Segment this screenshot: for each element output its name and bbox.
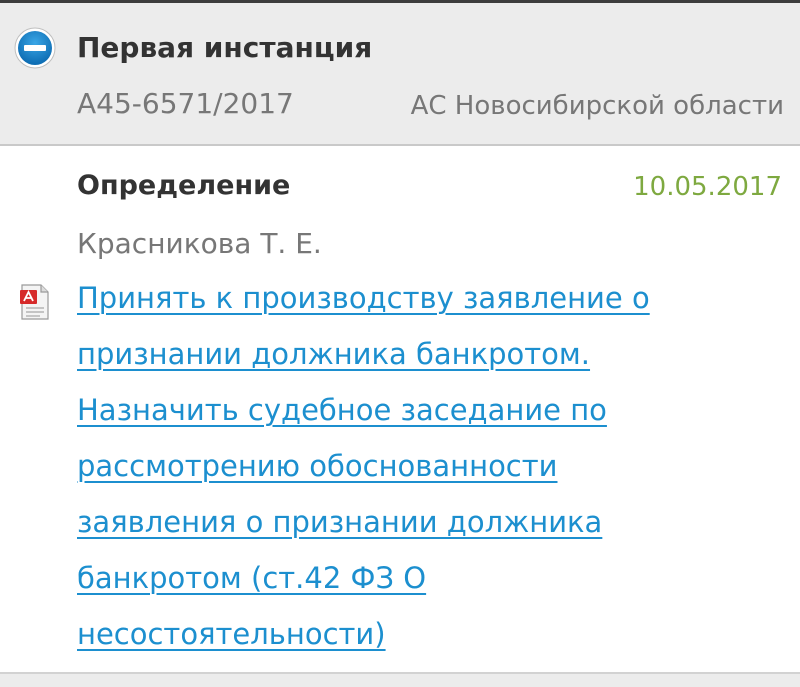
document-link-line[interactable]: Принять к производству заявление о [77,270,777,326]
bottom-divider [0,672,800,687]
case-number: А45-6571/2017 [77,87,294,120]
document-link-line[interactable]: заявления о признании должника [77,494,777,550]
document-link[interactable]: Принять к производству заявление о призн… [77,270,777,662]
instance-header[interactable]: Первая инстанция А45-6571/2017 АС Новоси… [0,3,800,146]
document-link-line[interactable]: несостоятельности) [77,606,777,662]
instance-title: Первая инстанция [77,31,373,64]
minus-circle-icon[interactable] [14,27,56,69]
document-link-line[interactable]: признании должника банкротом. [77,326,777,382]
pdf-file-icon[interactable] [20,284,50,320]
judge-name: Красникова Т. Е. [77,227,322,260]
document-link-line[interactable]: рассмотрению обоснованности [77,438,777,494]
document-link-line[interactable]: банкротом (ст.42 ФЗ О [77,550,777,606]
court-name: АС Новосибирской области [410,91,784,121]
document-link-line[interactable]: Назначить судебное заседание по [77,382,777,438]
document-date: 10.05.2017 [633,172,782,202]
document-type: Определение [77,170,291,201]
case-card: Первая инстанция А45-6571/2017 АС Новоси… [0,0,800,687]
